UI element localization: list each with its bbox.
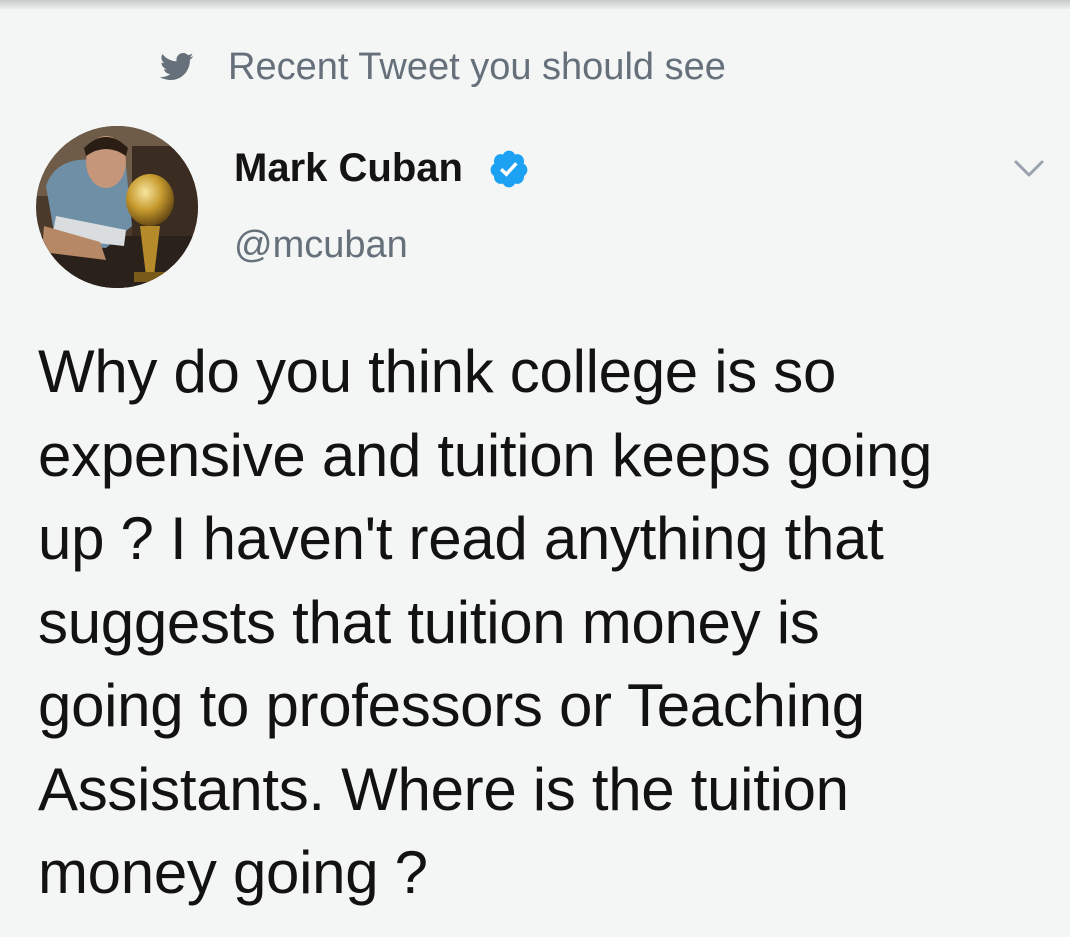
top-edge xyxy=(0,0,1070,9)
chevron-down-icon[interactable] xyxy=(1010,154,1048,184)
avatar-image xyxy=(36,126,198,288)
tweet-text: Why do you think college is so expensive… xyxy=(38,338,933,906)
author-handle[interactable]: @mcuban xyxy=(234,224,408,267)
author-name[interactable]: Mark Cuban xyxy=(234,146,463,191)
avatar[interactable] xyxy=(36,126,198,288)
twitter-bird-icon xyxy=(160,52,194,81)
verified-badge-icon xyxy=(490,150,528,188)
context-label: Recent Tweet you should see xyxy=(228,45,726,88)
tweet-context-header: Recent Tweet you should see xyxy=(160,44,726,90)
